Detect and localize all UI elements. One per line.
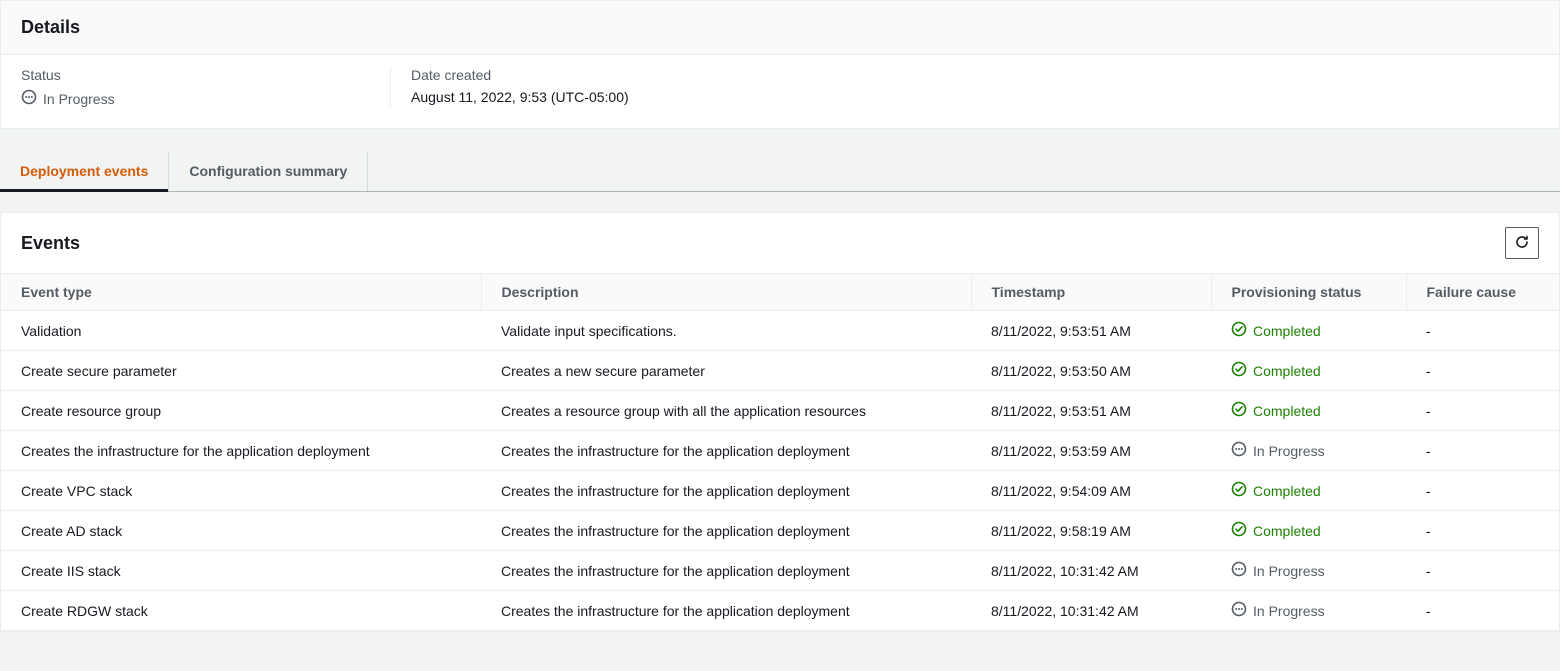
refresh-button[interactable] <box>1505 227 1539 259</box>
tab-configuration-summary[interactable]: Configuration summary <box>169 153 368 191</box>
event-description: Creates the infrastructure for the appli… <box>481 431 971 471</box>
status-text: Completed <box>1253 483 1321 499</box>
event-timestamp: 8/11/2022, 9:53:59 AM <box>971 431 1211 471</box>
event-type: Create VPC stack <box>1 471 481 511</box>
refresh-icon <box>1514 234 1530 253</box>
event-description: Creates the infrastructure for the appli… <box>481 471 971 511</box>
status-text: Completed <box>1253 403 1321 419</box>
provisioning-status: Completed <box>1211 511 1406 551</box>
column-header[interactable]: Failure cause <box>1406 274 1559 311</box>
details-title: Details <box>21 17 1539 38</box>
failure-cause: - <box>1406 591 1559 631</box>
event-timestamp: 8/11/2022, 9:54:09 AM <box>971 471 1211 511</box>
failure-cause: - <box>1406 431 1559 471</box>
failure-cause: - <box>1406 311 1559 351</box>
in-progress-icon <box>1231 601 1247 620</box>
column-header[interactable]: Timestamp <box>971 274 1211 311</box>
status-label: Status <box>21 67 390 83</box>
events-title: Events <box>21 233 80 254</box>
in-progress-icon <box>21 89 37 108</box>
details-panel: Details Status In Progress Date created … <box>0 0 1560 129</box>
status-text: Completed <box>1253 523 1321 539</box>
check-circle-icon <box>1231 361 1247 380</box>
event-type: Create AD stack <box>1 511 481 551</box>
event-type: Creates the infrastructure for the appli… <box>1 431 481 471</box>
event-type: Create secure parameter <box>1 351 481 391</box>
event-description: Creates the infrastructure for the appli… <box>481 511 971 551</box>
status-text: Completed <box>1253 323 1321 339</box>
check-circle-icon <box>1231 481 1247 500</box>
failure-cause: - <box>1406 351 1559 391</box>
events-header: Events <box>1 213 1559 273</box>
event-description: Creates a resource group with all the ap… <box>481 391 971 431</box>
provisioning-status: In Progress <box>1211 431 1406 471</box>
table-row: Create IIS stackCreates the infrastructu… <box>1 551 1559 591</box>
event-type: Create IIS stack <box>1 551 481 591</box>
details-header: Details <box>1 1 1559 55</box>
check-circle-icon <box>1231 521 1247 540</box>
provisioning-status: In Progress <box>1211 551 1406 591</box>
failure-cause: - <box>1406 551 1559 591</box>
status-value: In Progress <box>21 89 390 108</box>
date-value: August 11, 2022, 9:53 (UTC-05:00) <box>411 89 629 105</box>
event-description: Creates a new secure parameter <box>481 351 971 391</box>
date-field: Date created August 11, 2022, 9:53 (UTC-… <box>391 67 629 108</box>
status-text: In Progress <box>1253 603 1325 619</box>
table-row: ValidationValidate input specifications.… <box>1 311 1559 351</box>
events-table: Event typeDescriptionTimestampProvisioni… <box>1 273 1559 631</box>
event-description: Creates the infrastructure for the appli… <box>481 551 971 591</box>
event-timestamp: 8/11/2022, 9:53:50 AM <box>971 351 1211 391</box>
event-type: Validation <box>1 311 481 351</box>
failure-cause: - <box>1406 511 1559 551</box>
event-timestamp: 8/11/2022, 9:53:51 AM <box>971 311 1211 351</box>
event-description: Validate input specifications. <box>481 311 971 351</box>
tabs: Deployment eventsConfiguration summary <box>0 153 1560 192</box>
status-text: In Progress <box>43 91 115 107</box>
provisioning-status: Completed <box>1211 311 1406 351</box>
provisioning-status: Completed <box>1211 471 1406 511</box>
table-row: Create secure parameterCreates a new sec… <box>1 351 1559 391</box>
provisioning-status: Completed <box>1211 351 1406 391</box>
column-header[interactable]: Provisioning status <box>1211 274 1406 311</box>
in-progress-icon <box>1231 441 1247 460</box>
status-field: Status In Progress <box>21 67 391 108</box>
check-circle-icon <box>1231 321 1247 340</box>
in-progress-icon <box>1231 561 1247 580</box>
status-text: In Progress <box>1253 563 1325 579</box>
events-panel: Events Event typeDescriptionTimestampPro… <box>0 212 1560 632</box>
event-timestamp: 8/11/2022, 9:53:51 AM <box>971 391 1211 431</box>
table-row: Creates the infrastructure for the appli… <box>1 431 1559 471</box>
event-timestamp: 8/11/2022, 10:31:42 AM <box>971 551 1211 591</box>
table-row: Create RDGW stackCreates the infrastruct… <box>1 591 1559 631</box>
tab-deployment-events[interactable]: Deployment events <box>0 153 169 191</box>
provisioning-status: Completed <box>1211 391 1406 431</box>
event-timestamp: 8/11/2022, 9:58:19 AM <box>971 511 1211 551</box>
failure-cause: - <box>1406 391 1559 431</box>
status-text: Completed <box>1253 363 1321 379</box>
provisioning-status: In Progress <box>1211 591 1406 631</box>
check-circle-icon <box>1231 401 1247 420</box>
column-header[interactable]: Description <box>481 274 971 311</box>
column-header[interactable]: Event type <box>1 274 481 311</box>
event-timestamp: 8/11/2022, 10:31:42 AM <box>971 591 1211 631</box>
event-type: Create RDGW stack <box>1 591 481 631</box>
date-label: Date created <box>411 67 629 83</box>
event-type: Create resource group <box>1 391 481 431</box>
table-row: Create VPC stackCreates the infrastructu… <box>1 471 1559 511</box>
table-row: Create resource groupCreates a resource … <box>1 391 1559 431</box>
status-text: In Progress <box>1253 443 1325 459</box>
table-row: Create AD stackCreates the infrastructur… <box>1 511 1559 551</box>
event-description: Creates the infrastructure for the appli… <box>481 591 971 631</box>
failure-cause: - <box>1406 471 1559 511</box>
details-body: Status In Progress Date created August 1… <box>1 55 1559 128</box>
